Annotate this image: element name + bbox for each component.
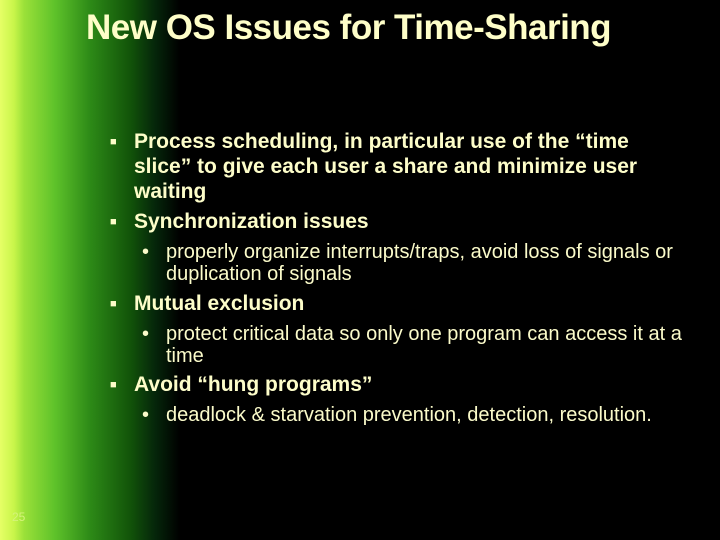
page-number: 25: [12, 510, 25, 524]
bullet-level2: deadlock & starvation prevention, detect…: [86, 404, 690, 426]
slide: New OS Issues for Time-Sharing Process s…: [0, 0, 720, 540]
bullet-level1: Process scheduling, in particular use of…: [86, 130, 690, 204]
bullet-level2: protect critical data so only one progra…: [86, 323, 690, 368]
bullet-level1: Mutual exclusion: [86, 292, 690, 317]
bullet-level1: Avoid “hung programs”: [86, 373, 690, 398]
slide-body: Process scheduling, in particular use of…: [86, 130, 690, 433]
slide-title: New OS Issues for Time-Sharing: [86, 10, 680, 47]
bullet-level1: Synchronization issues: [86, 210, 690, 235]
bullet-level2: properly organize interrupts/traps, avoi…: [86, 241, 690, 286]
